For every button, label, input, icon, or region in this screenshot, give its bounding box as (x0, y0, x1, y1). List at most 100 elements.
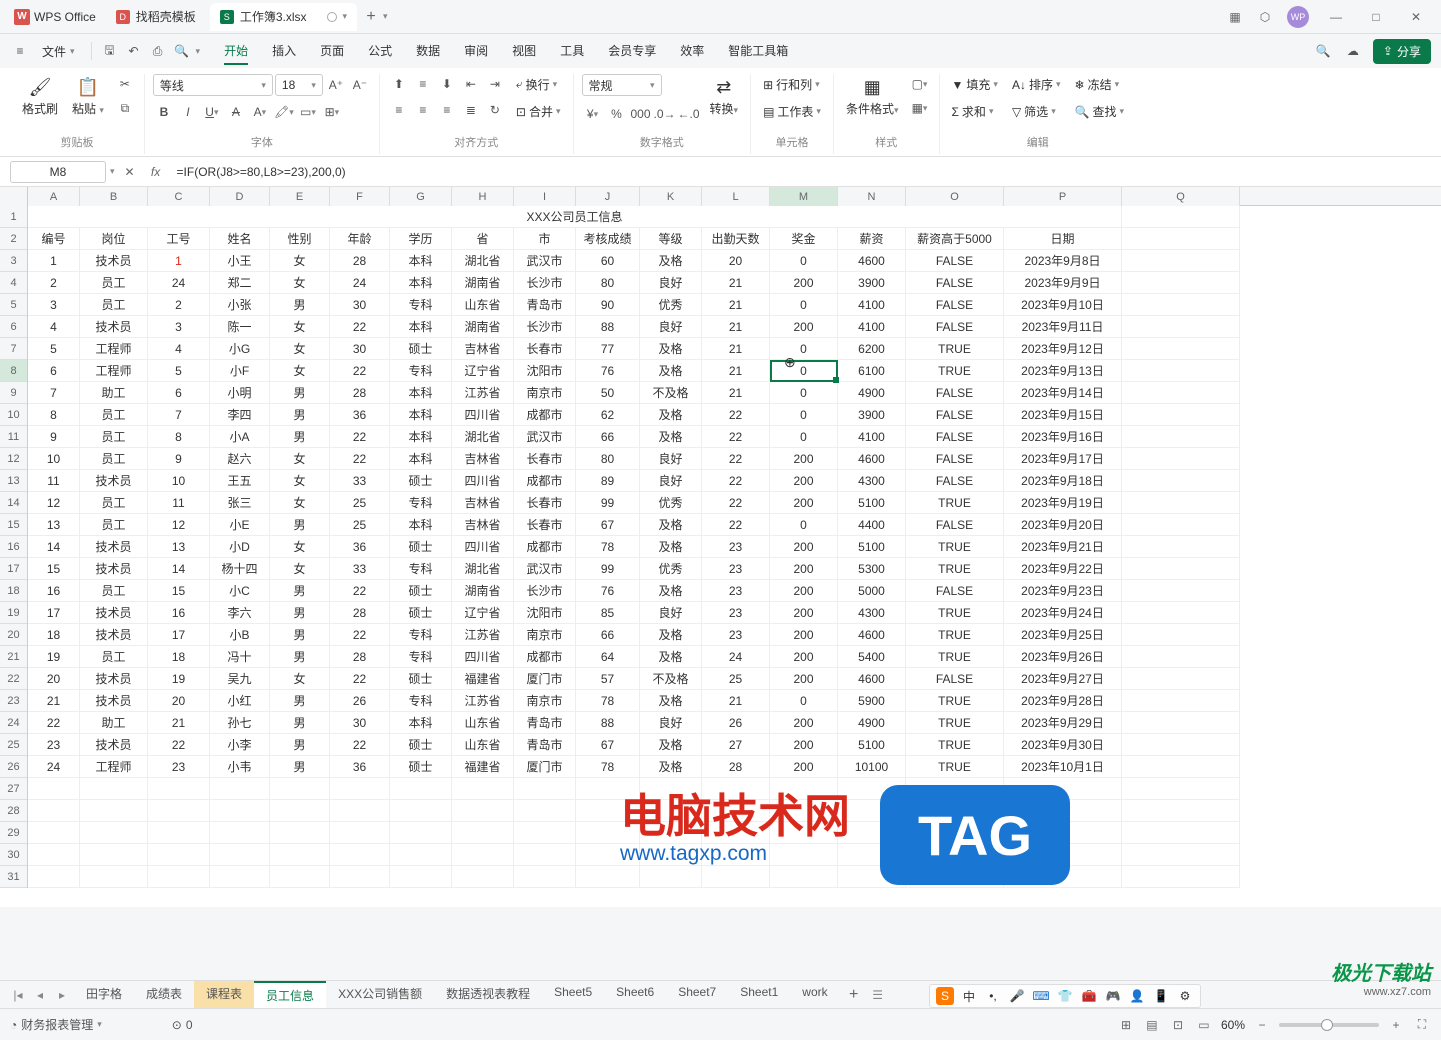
data-cell[interactable]: 21 (702, 690, 770, 712)
empty-cell[interactable] (1122, 866, 1240, 888)
data-cell[interactable]: 辽宁省 (452, 360, 514, 382)
data-cell[interactable]: 冯十 (210, 646, 270, 668)
data-cell[interactable]: 200 (770, 316, 838, 338)
undo-icon[interactable]: ↶ (124, 41, 144, 61)
ime-keyboard-icon[interactable]: ⌨ (1032, 987, 1050, 1005)
data-cell[interactable]: 2023年9月12日 (1004, 338, 1122, 360)
row-header[interactable]: 1 (0, 206, 28, 228)
orientation-icon[interactable]: ↻ (484, 100, 506, 120)
data-cell[interactable]: 7 (28, 382, 80, 404)
freeze-button[interactable]: ❄ 冻结▾ (1071, 74, 1129, 95)
empty-cell[interactable] (80, 800, 148, 822)
data-cell[interactable]: 22 (330, 580, 390, 602)
data-cell[interactable]: TRUE (906, 492, 1004, 514)
increase-font-icon[interactable]: A⁺ (325, 75, 347, 95)
data-cell[interactable]: 4600 (838, 624, 906, 646)
data-cell[interactable]: 工程师 (80, 756, 148, 778)
data-cell[interactable]: 成都市 (514, 646, 576, 668)
row-header[interactable]: 14 (0, 492, 28, 514)
data-cell[interactable]: 成都市 (514, 536, 576, 558)
data-cell[interactable]: 200 (770, 712, 838, 734)
data-cell[interactable]: 本科 (390, 382, 452, 404)
col-header[interactable]: B (80, 187, 148, 206)
data-cell[interactable]: 山东省 (452, 294, 514, 316)
data-cell[interactable]: FALSE (906, 404, 1004, 426)
data-cell[interactable]: 3900 (838, 404, 906, 426)
data-cell[interactable]: 技术员 (80, 316, 148, 338)
data-cell[interactable]: 18 (28, 624, 80, 646)
data-cell[interactable]: 62 (576, 404, 640, 426)
avatar[interactable]: WP (1287, 6, 1309, 28)
fullscreen-icon[interactable]: ⛶ (1413, 1016, 1431, 1034)
data-cell[interactable]: 江苏省 (452, 382, 514, 404)
data-cell[interactable]: TRUE (906, 602, 1004, 624)
bold-button[interactable]: B (153, 102, 175, 122)
fill-button[interactable]: ▼ 填充▾ (948, 74, 1002, 95)
data-cell[interactable]: 2023年9月27日 (1004, 668, 1122, 690)
cond-format-button[interactable]: ▦条件格式▾ (842, 74, 903, 119)
data-cell[interactable]: 27 (702, 734, 770, 756)
data-cell[interactable]: 23 (28, 734, 80, 756)
data-cell[interactable]: 青岛市 (514, 734, 576, 756)
data-cell[interactable]: TRUE (906, 734, 1004, 756)
data-cell[interactable]: 技术员 (80, 690, 148, 712)
data-cell[interactable]: 24 (702, 646, 770, 668)
data-cell[interactable]: 女 (270, 536, 330, 558)
data-cell[interactable]: 女 (270, 558, 330, 580)
data-cell[interactable]: 2023年9月15日 (1004, 404, 1122, 426)
data-cell[interactable]: 本科 (390, 250, 452, 272)
data-cell[interactable]: 长春市 (514, 514, 576, 536)
data-cell[interactable]: 员工 (80, 404, 148, 426)
row-header[interactable]: 25 (0, 734, 28, 756)
zoom-slider[interactable] (1279, 1023, 1379, 1027)
data-cell[interactable]: 15 (28, 558, 80, 580)
data-cell[interactable]: 成都市 (514, 404, 576, 426)
data-cell[interactable]: FALSE (906, 470, 1004, 492)
file-menu[interactable]: 文件▾ (34, 39, 83, 64)
row-header[interactable]: 4 (0, 272, 28, 294)
empty-cell[interactable] (1122, 778, 1240, 800)
data-cell[interactable]: 山东省 (452, 712, 514, 734)
empty-cell[interactable] (330, 866, 390, 888)
data-cell[interactable]: 10 (28, 448, 80, 470)
data-cell[interactable]: 2023年9月19日 (1004, 492, 1122, 514)
data-cell[interactable]: 200 (770, 602, 838, 624)
data-cell[interactable]: 5900 (838, 690, 906, 712)
empty-cell[interactable] (330, 800, 390, 822)
formula-input[interactable]: =IF(OR(J8>=80,L8>=23),200,0) (171, 161, 1431, 183)
data-cell[interactable]: 及格 (640, 514, 702, 536)
empty-cell[interactable] (28, 866, 80, 888)
data-cell[interactable]: 本科 (390, 712, 452, 734)
data-cell[interactable]: 湖北省 (452, 426, 514, 448)
data-cell[interactable]: 员工 (80, 426, 148, 448)
data-cell[interactable]: 5 (28, 338, 80, 360)
data-cell[interactable]: 吉林省 (452, 448, 514, 470)
data-cell[interactable]: 200 (770, 536, 838, 558)
data-cell[interactable]: 200 (770, 272, 838, 294)
empty-cell[interactable] (514, 866, 576, 888)
percent-icon[interactable]: % (606, 104, 628, 124)
data-cell[interactable]: 男 (270, 734, 330, 756)
data-cell[interactable]: 小A (210, 426, 270, 448)
sheet-tab[interactable]: 数据透视表教程 (434, 981, 542, 1008)
chevron-down-icon[interactable]: ▾ (343, 11, 348, 22)
data-cell[interactable]: 小王 (210, 250, 270, 272)
filter-button[interactable]: ▽ 筛选▾ (1008, 101, 1065, 122)
data-cell[interactable]: 湖南省 (452, 580, 514, 602)
data-cell[interactable]: 21 (702, 294, 770, 316)
data-cell[interactable]: 19 (148, 668, 210, 690)
data-cell[interactable]: 200 (770, 646, 838, 668)
empty-cell[interactable] (270, 778, 330, 800)
data-cell[interactable]: FALSE (906, 250, 1004, 272)
data-cell[interactable]: 33 (330, 558, 390, 580)
data-cell[interactable]: 四川省 (452, 470, 514, 492)
data-cell[interactable]: 2 (28, 272, 80, 294)
fill-color-button[interactable]: ▭▾ (297, 102, 319, 122)
align-right-icon[interactable]: ≡ (436, 100, 458, 120)
data-cell[interactable]: 南京市 (514, 690, 576, 712)
data-cell[interactable]: FALSE (906, 426, 1004, 448)
decrease-font-icon[interactable]: A⁻ (349, 75, 371, 95)
data-cell[interactable]: 员工 (80, 294, 148, 316)
data-cell[interactable]: 85 (576, 602, 640, 624)
data-cell[interactable]: 小韦 (210, 756, 270, 778)
